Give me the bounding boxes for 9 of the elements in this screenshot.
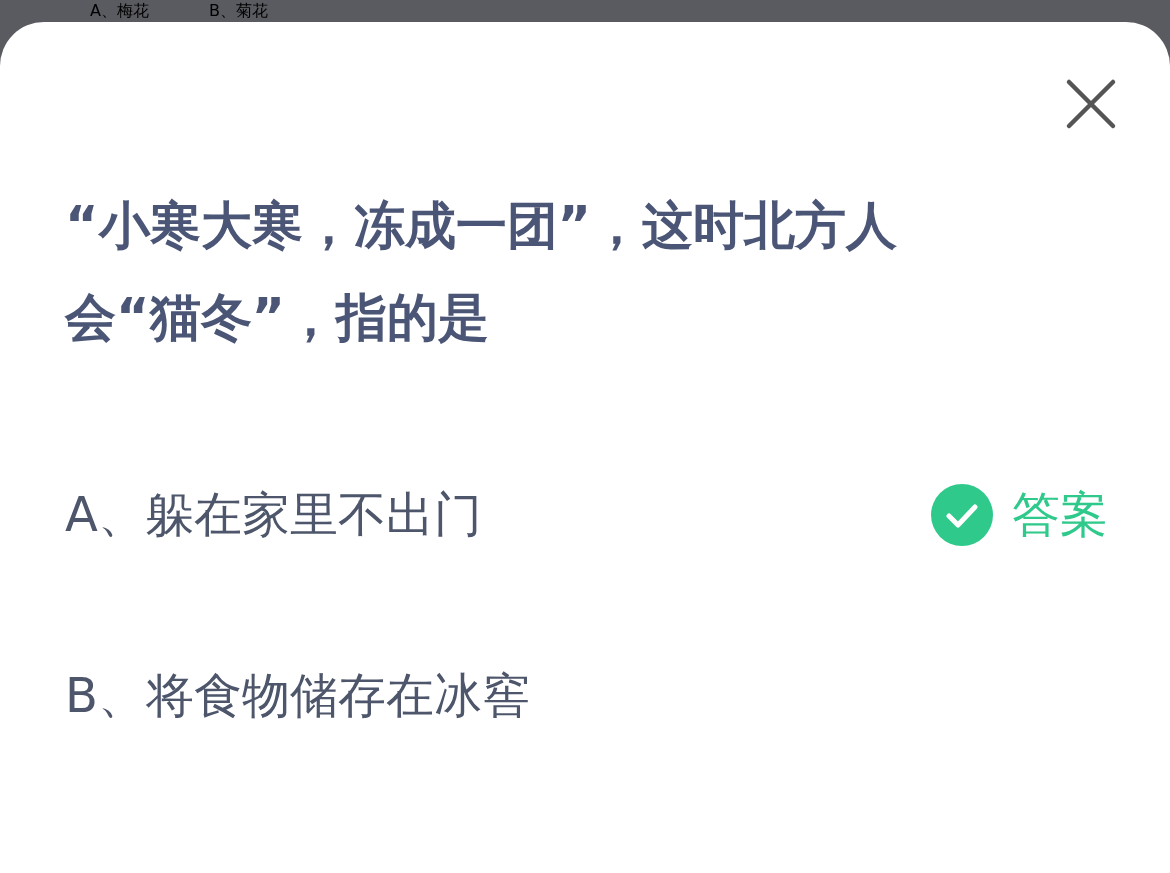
background-option: B、菊花 [208,2,268,20]
option-text[interactable]: B、将食物储存在冰窖 [65,664,530,728]
check-icon [930,483,994,547]
close-button[interactable] [1064,77,1118,131]
option-text[interactable]: A、躲在家里不出门 [65,483,482,547]
close-icon [1064,77,1118,131]
question-text: “小寒大寒，冻成一团”，这时北方人会“猫冬”，指的是 [65,195,899,349]
background-option: A、梅花 [90,2,149,20]
answer-label: 答案 [1012,485,1108,544]
